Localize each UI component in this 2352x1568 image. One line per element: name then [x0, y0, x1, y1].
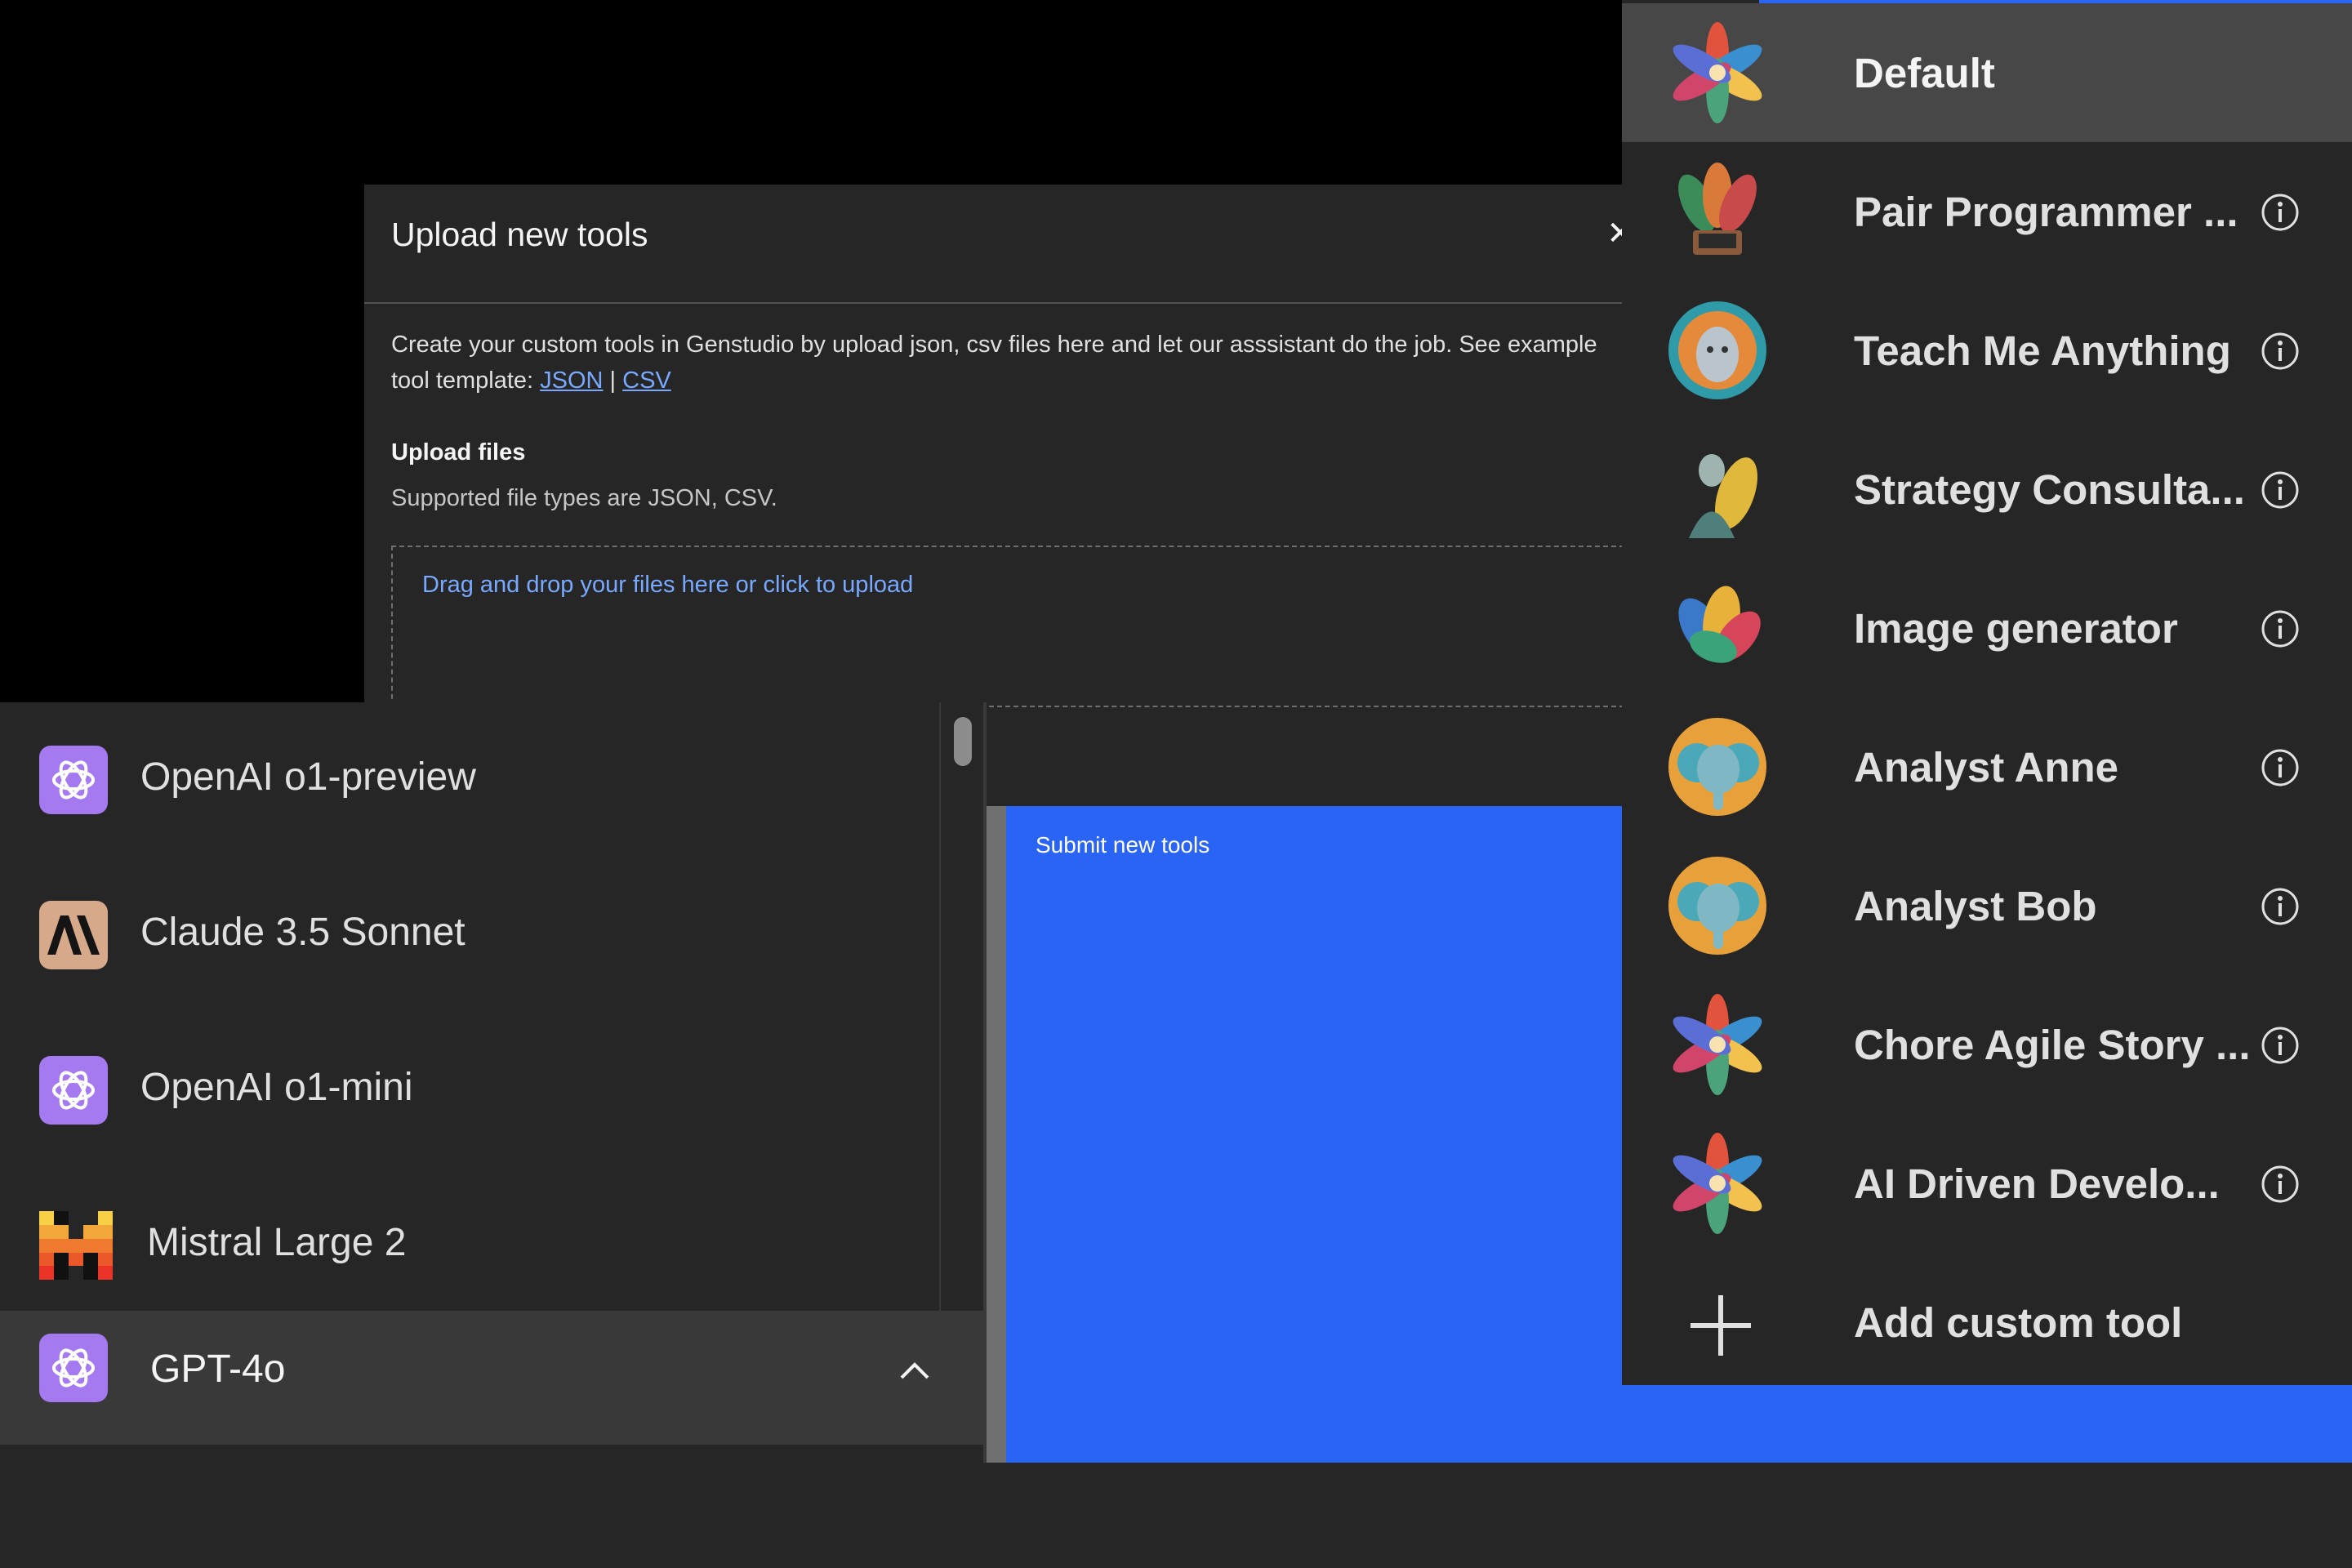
info-icon[interactable]: [2261, 609, 2300, 648]
add-custom-tool-button[interactable]: Add custom tool: [1622, 1253, 2352, 1392]
assistant-item-chore-agile[interactable]: Chore Agile Story ...: [1622, 975, 2352, 1114]
info-icon[interactable]: [2261, 1026, 2300, 1065]
model-label: OpenAI o1-mini: [140, 1066, 413, 1109]
supported-file-types: Supported file types are JSON, CSV.: [391, 485, 777, 511]
modal-title: Upload new tools: [391, 216, 648, 253]
assistant-panel: Default Pair Programmer ... Teach Me Any…: [1622, 0, 2352, 1385]
mistral-logo-icon: [39, 1211, 113, 1280]
chevron-up-icon[interactable]: [895, 1352, 934, 1391]
assistant-item-ai-driven[interactable]: AI Driven Develo...: [1622, 1114, 2352, 1253]
anthropic-logo-icon: [39, 901, 108, 969]
upload-tools-modal: Upload new tools ✕ Create your custom to…: [364, 185, 1655, 707]
model-option-o1-mini[interactable]: OpenAI o1-mini: [0, 1013, 939, 1168]
scrollbar-thumb[interactable]: [954, 717, 972, 766]
openai-logo-icon: [39, 1334, 108, 1402]
submit-button-edge: [987, 806, 1006, 1463]
info-icon[interactable]: [2261, 332, 2300, 371]
face-avatar-icon: [1664, 297, 1771, 403]
dropzone-text: Drag and drop your files here or click t…: [422, 572, 914, 598]
assistant-item-analyst-anne[interactable]: Analyst Anne: [1622, 697, 2352, 836]
flower-avatar-icon: [1664, 20, 1771, 126]
file-dropzone[interactable]: Drag and drop your files here or click t…: [391, 546, 1624, 707]
link-separator: |: [603, 368, 623, 394]
add-custom-tool-label: Add custom tool: [1854, 1299, 2183, 1346]
assistant-item-strategy[interactable]: Strategy Consulta...: [1622, 420, 2352, 559]
info-icon[interactable]: [2261, 470, 2300, 510]
model-option-claude[interactable]: Claude 3.5 Sonnet: [0, 858, 939, 1013]
assistant-label: Pair Programmer ...: [1854, 189, 2238, 235]
assistant-label: Chore Agile Story ...: [1854, 1022, 2251, 1068]
flower-avatar-icon: [1664, 991, 1771, 1098]
openai-logo-icon: [39, 746, 108, 814]
model-selector[interactable]: GPT-4o: [0, 1311, 983, 1445]
csv-template-link[interactable]: CSV: [622, 368, 671, 394]
info-icon[interactable]: [2261, 1165, 2300, 1204]
modal-description: Create your custom tools in Genstudio by…: [391, 327, 1600, 399]
assistant-label: Teach Me Anything: [1854, 327, 2231, 374]
plus-icon: [1690, 1295, 1751, 1356]
modal-header: Upload new tools ✕: [364, 185, 1655, 304]
assistant-item-default[interactable]: Default: [1622, 3, 2352, 142]
upload-files-heading: Upload files: [391, 439, 526, 466]
elephant-avatar-icon: [1664, 853, 1771, 959]
assistant-label: Strategy Consulta...: [1854, 466, 2245, 513]
model-option-mistral[interactable]: Mistral Large 2: [0, 1168, 939, 1323]
assistant-item-teach-me[interactable]: Teach Me Anything: [1622, 281, 2352, 420]
assistant-label: Image generator: [1854, 605, 2178, 652]
plant-laptop-avatar-icon: [1664, 158, 1771, 265]
info-icon[interactable]: [2261, 193, 2300, 232]
submit-button-label: Submit new tools: [1036, 832, 1210, 858]
scrollbar[interactable]: [939, 702, 985, 1311]
leaves-avatar-icon: [1664, 575, 1771, 681]
assistant-item-pair-programmer[interactable]: Pair Programmer ...: [1622, 142, 2352, 281]
model-dropdown-list: OpenAI o1-preview Claude 3.5 Sonnet Open…: [0, 702, 983, 1311]
assistant-label: Default: [1854, 50, 1995, 96]
json-template-link[interactable]: JSON: [540, 368, 603, 394]
info-icon[interactable]: [2261, 887, 2300, 926]
openai-logo-icon: [39, 1056, 108, 1125]
figure-avatar-icon: [1664, 436, 1771, 542]
assistant-item-analyst-bob[interactable]: Analyst Bob: [1622, 836, 2352, 975]
info-icon[interactable]: [2261, 748, 2300, 787]
selected-model-label: GPT-4o: [150, 1348, 286, 1391]
model-label: OpenAI o1-preview: [140, 755, 476, 799]
elephant-avatar-icon: [1664, 714, 1771, 820]
assistant-label: Analyst Anne: [1854, 744, 2119, 791]
assistant-label: Analyst Bob: [1854, 883, 2097, 929]
model-option-o1-preview[interactable]: OpenAI o1-preview: [0, 702, 939, 858]
model-label: Claude 3.5 Sonnet: [140, 911, 466, 954]
model-label: Mistral Large 2: [147, 1221, 407, 1264]
assistant-label: AI Driven Develo...: [1854, 1160, 2220, 1207]
flower-avatar-icon: [1664, 1130, 1771, 1236]
assistant-item-image-generator[interactable]: Image generator: [1622, 559, 2352, 697]
